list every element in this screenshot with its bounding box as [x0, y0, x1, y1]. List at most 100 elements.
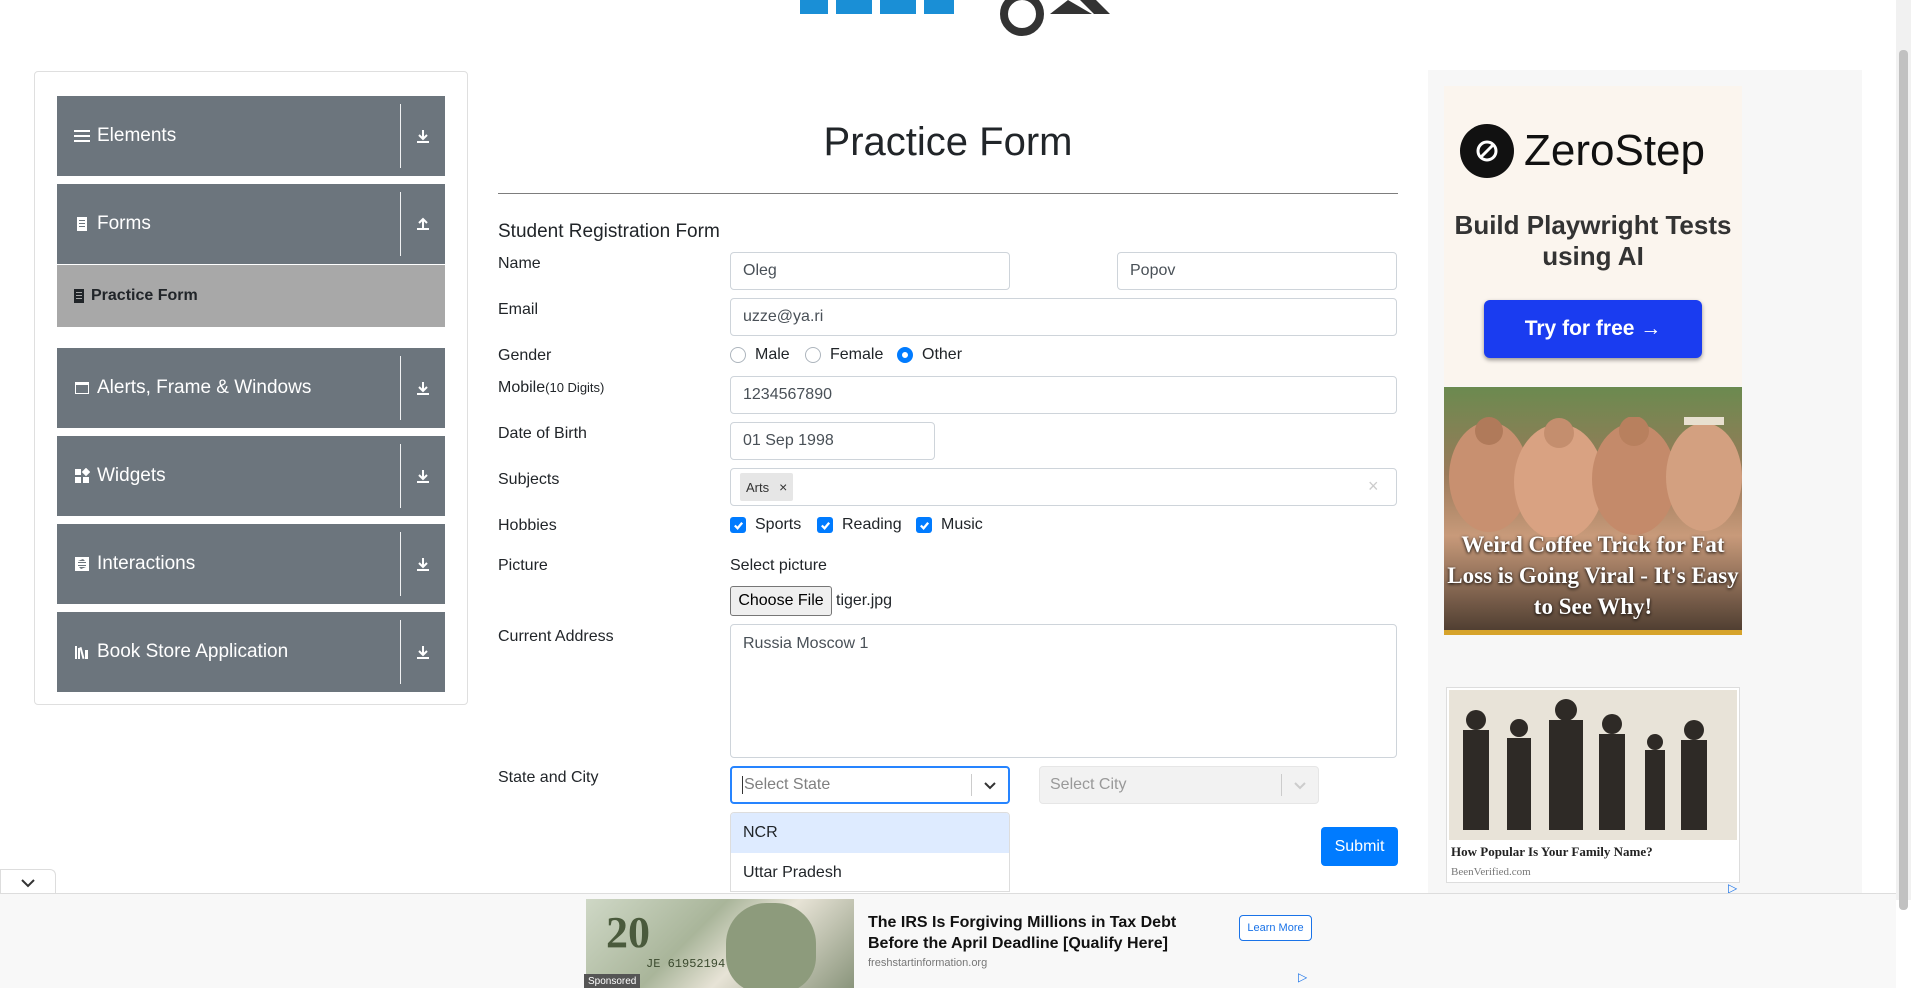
download-icon[interactable]: [401, 380, 445, 396]
learn-more-button[interactable]: Learn More: [1239, 915, 1312, 941]
scrollbar-thumb[interactable]: [1899, 50, 1908, 910]
name-label: Name: [498, 255, 541, 272]
checkbox[interactable]: [817, 517, 833, 533]
divider: [400, 356, 401, 420]
adchoices-icon[interactable]: ▷: [1298, 970, 1307, 984]
choose-file-button[interactable]: Choose File: [730, 586, 832, 616]
dob-input[interactable]: 01 Sep 1998: [730, 422, 935, 460]
document-icon: [73, 289, 85, 303]
checkbox[interactable]: [916, 517, 932, 533]
sidebar-group-interactions[interactable]: Interactions: [57, 524, 445, 604]
page-title: Practice Form: [823, 120, 1073, 164]
hobby-checkbox-reading[interactable]: Reading: [817, 516, 902, 534]
subject-tag-label: Arts: [746, 479, 770, 495]
clear-icon[interactable]: ×: [1368, 476, 1379, 497]
chevron-down-icon[interactable]: [972, 778, 1008, 792]
family-ad-source: BeenVerified.com: [1451, 866, 1531, 878]
upload-icon[interactable]: [401, 216, 445, 232]
zerostep-headline: Build Playwright Tests using AI: [1454, 210, 1732, 271]
text-caret: [742, 775, 743, 794]
download-icon[interactable]: [401, 556, 445, 572]
submit-button[interactable]: Submit: [1321, 827, 1398, 866]
checkbox-label: Reading: [842, 516, 902, 533]
remove-subject-icon[interactable]: ×: [779, 479, 787, 495]
subjects-label: Subjects: [498, 471, 560, 488]
sidebar-group-elements[interactable]: Elements: [57, 96, 445, 176]
first-name-input[interactable]: Oleg: [730, 252, 1010, 290]
chevron-down-icon[interactable]: [1282, 778, 1318, 792]
download-icon[interactable]: [401, 468, 445, 484]
subjects-input[interactable]: [730, 468, 1397, 506]
books-icon: [73, 643, 91, 661]
zerostep-ad[interactable]: ZeroStep Build Playwright Tests using AI…: [1444, 86, 1742, 386]
chevron-down-icon: [21, 878, 35, 887]
state-dropdown-menu: NCR Uttar Pradesh: [730, 812, 1010, 892]
download-icon[interactable]: [401, 128, 445, 144]
divider: [498, 193, 1398, 194]
sidebar-group-label: Elements: [97, 125, 177, 146]
mobile-input[interactable]: 1234567890: [730, 376, 1397, 414]
email-label: Email: [498, 301, 539, 318]
email-input[interactable]: uzze@ya.ri: [730, 298, 1397, 336]
ad-photo: [1449, 417, 1742, 537]
sidebar-group-forms[interactable]: Forms: [57, 184, 445, 264]
picture-label: Picture: [498, 557, 548, 574]
collapse-banner-button[interactable]: [0, 869, 56, 895]
download-icon[interactable]: [401, 644, 445, 660]
sidebar-group-widgets[interactable]: Widgets: [57, 436, 445, 516]
hobby-checkbox-sports[interactable]: Sports: [730, 516, 801, 534]
sidebar-group-alerts[interactable]: Alerts, Frame & Windows: [57, 348, 445, 428]
sidebar: Elements Forms Practice Form Alerts, Fra…: [34, 71, 468, 705]
try-for-free-button[interactable]: Try for free →: [1484, 300, 1702, 358]
sponsored-badge: Sponsored: [584, 974, 641, 988]
state-option-uttar-pradesh[interactable]: Uttar Pradesh: [731, 853, 1009, 891]
bill-denomination: 20: [606, 908, 650, 957]
family-ad-headline: How Popular Is Your Family Name?: [1451, 844, 1653, 859]
banner-source: freshstartinformation.org: [868, 957, 988, 969]
divider: [400, 620, 401, 684]
ad-photo: [1449, 690, 1737, 840]
radio-label: Other: [922, 346, 963, 363]
sidebar-item-practice-form[interactable]: Practice Form: [57, 265, 445, 327]
mobile-hint: (10 Digits): [545, 380, 605, 395]
address-textarea[interactable]: Russia Moscow 1: [730, 624, 1397, 758]
family-name-ad[interactable]: How Popular Is Your Family Name? BeenVer…: [1446, 687, 1740, 883]
divider: [400, 444, 401, 508]
ad-accent-bar: [1444, 630, 1742, 635]
banner-headline[interactable]: The IRS Is Forgiving Millions in Tax Deb…: [868, 912, 1198, 954]
form-title: Student Registration Form: [498, 221, 720, 242]
gender-radio-other[interactable]: Other: [897, 346, 962, 364]
gender-label: Gender: [498, 347, 552, 364]
document-icon: [73, 215, 91, 233]
zerostep-logo-icon: [1460, 124, 1514, 178]
menu-icon: [73, 127, 91, 145]
sidebar-group-label: Book Store Application: [97, 641, 289, 662]
window-icon: [73, 379, 91, 397]
zerostep-logo: ZeroStep: [1460, 124, 1705, 178]
radio-button[interactable]: [805, 347, 821, 363]
subject-tag: Arts ×: [740, 473, 794, 501]
state-select[interactable]: Select State: [730, 766, 1010, 804]
checkbox[interactable]: [730, 517, 746, 533]
radio-button-selected[interactable]: [897, 347, 913, 363]
state-option-ncr[interactable]: NCR: [731, 813, 1009, 853]
checkbox-label: Sports: [755, 516, 802, 533]
radio-label: Female: [830, 346, 884, 363]
select-picture-label: Select picture: [730, 557, 827, 574]
state-city-label: State and City: [498, 769, 599, 786]
last-name-input[interactable]: Popov: [1117, 252, 1397, 290]
address-label: Current Address: [498, 628, 614, 645]
coffee-ad[interactable]: Weird Coffee Trick for Fat Loss is Going…: [1444, 387, 1742, 635]
file-name: tiger.jpg: [836, 592, 893, 609]
hobby-checkbox-music[interactable]: Music: [916, 516, 983, 534]
zerostep-brand: ZeroStep: [1524, 126, 1705, 175]
interactions-icon: [73, 555, 91, 573]
radio-button[interactable]: [730, 347, 746, 363]
gender-radio-male[interactable]: Male: [730, 346, 790, 364]
checkbox-label: Music: [941, 516, 983, 533]
toolsqa-logo[interactable]: [800, 0, 1112, 36]
city-select[interactable]: Select City: [1039, 766, 1319, 804]
sidebar-group-bookstore[interactable]: Book Store Application: [57, 612, 445, 692]
sidebar-group-label: Widgets: [97, 465, 166, 486]
gender-radio-female[interactable]: Female: [805, 346, 883, 364]
